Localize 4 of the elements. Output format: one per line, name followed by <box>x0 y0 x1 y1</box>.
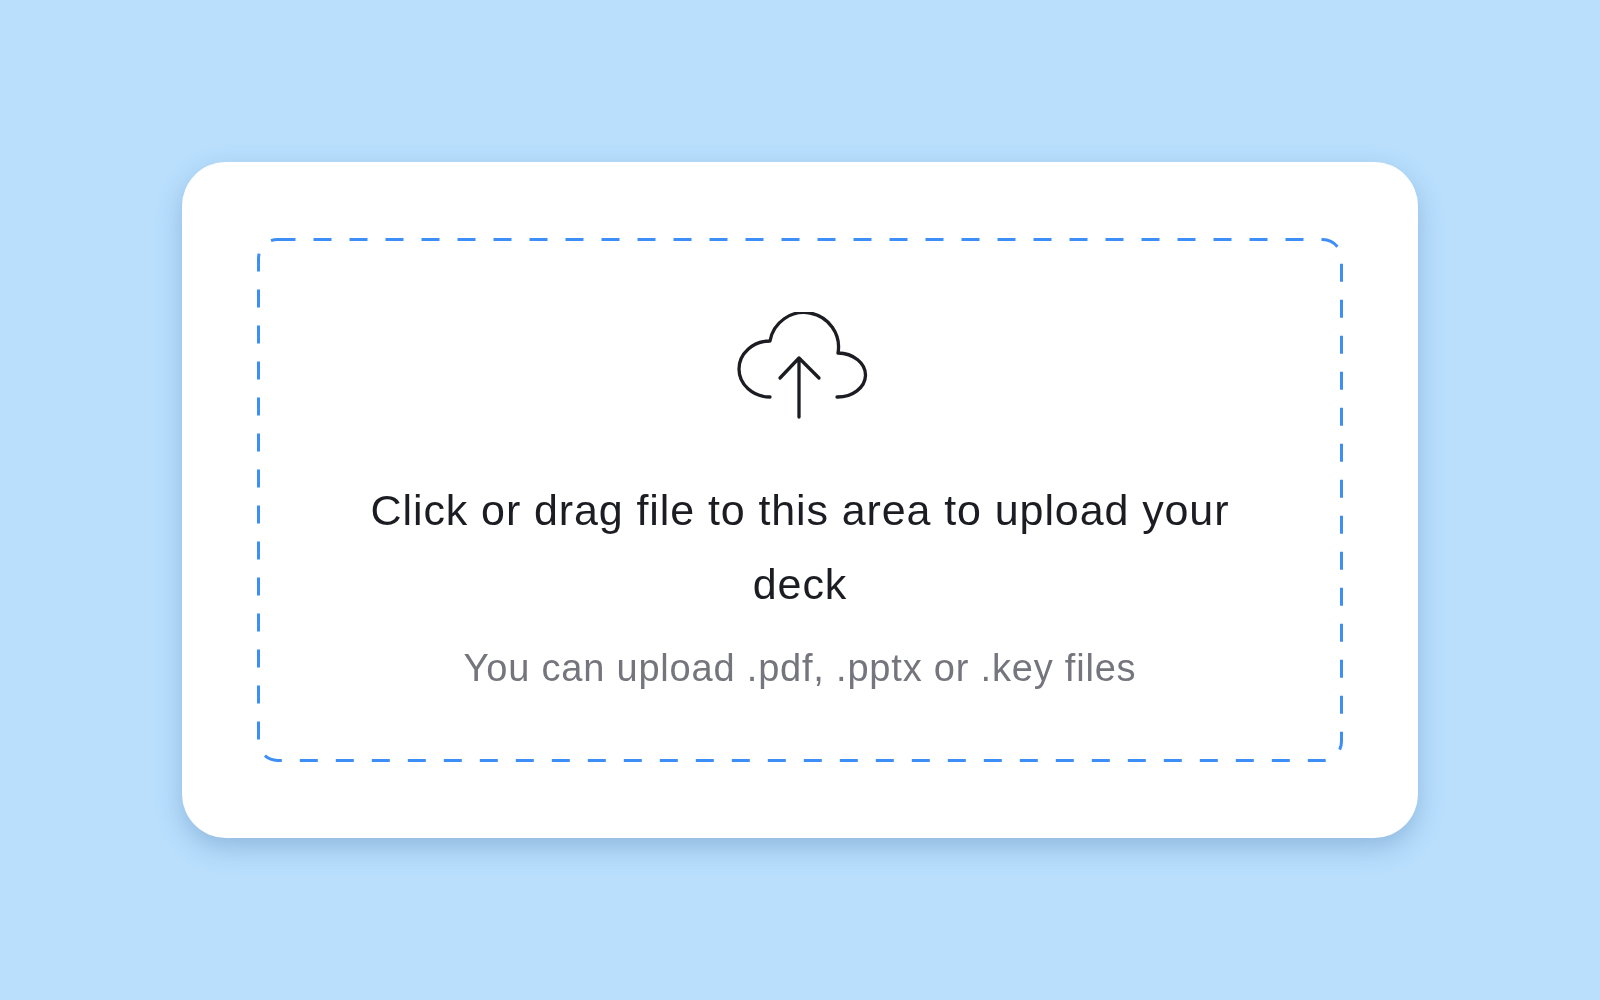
cloud-upload-icon <box>735 312 869 420</box>
file-drop-zone[interactable]: Click or drag file to this area to upload your deck You can upload .pdf, .pptx or .key files <box>257 238 1343 762</box>
upload-instruction: Click or drag file to this area to upload your deck <box>369 485 1231 610</box>
file-types-hint: You can upload .pdf, .pptx or .key files <box>462 646 1138 691</box>
